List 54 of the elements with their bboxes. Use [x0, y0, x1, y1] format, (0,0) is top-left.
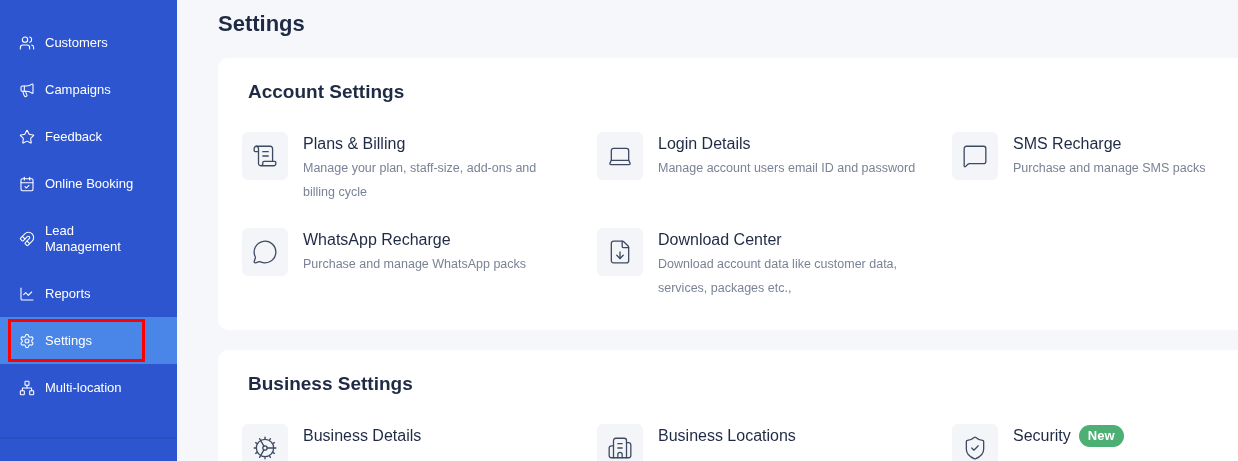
item-title: SMS Recharge: [1013, 134, 1122, 154]
option-link[interactable]: Security New: [952, 424, 1238, 461]
sidebar-item[interactable]: Campaigns: [0, 66, 177, 113]
option-link[interactable]: Business Locations: [597, 424, 952, 461]
sidebar-label: Customers: [45, 34, 109, 51]
sidebar-label: Settings: [45, 332, 93, 349]
sidebar-item[interactable]: Reports: [0, 270, 177, 317]
chat-bubble-icon: [252, 239, 278, 265]
item-title: Plans & Billing: [303, 134, 406, 154]
magnet-icon: [19, 230, 35, 247]
option-link[interactable]: Plans & Billing Manage your plan, staff-size, add-ons and billing cycle: [242, 132, 597, 204]
item-title: WhatsApp Recharge: [303, 230, 451, 250]
calendar-check-icon: [19, 175, 35, 192]
sidebar-label: Multi-location: [45, 379, 123, 396]
sidebar-item[interactable]: Customers: [0, 19, 177, 66]
settings-icon: [19, 332, 35, 349]
item-title: Business Locations: [658, 426, 796, 446]
sidebar-label: Online Booking: [45, 175, 135, 192]
item-description: Manage account users email ID and password: [658, 160, 917, 177]
users-icon: [19, 34, 35, 51]
sidebar-item[interactable]: Lead Management: [0, 207, 177, 270]
megaphone-icon: [19, 81, 35, 98]
gear-icon: [252, 435, 278, 461]
message-icon: [962, 143, 988, 169]
sidebar-label: Feedback: [45, 128, 104, 145]
sidebar-label: Lead Management: [45, 222, 122, 255]
item-description: Manage your plan, staff-size, add-ons and billing cycle: [303, 160, 538, 201]
sidebar-item[interactable]: Settings: [0, 317, 177, 364]
building-icon: [607, 435, 633, 461]
sidebar-item[interactable]: Online Booking: [0, 160, 177, 207]
item-title: Business Details: [303, 426, 422, 446]
item-description: Purchase and manage SMS packs: [1013, 160, 1207, 177]
network-icon: [19, 379, 35, 396]
chart-icon: [19, 285, 35, 302]
option-link[interactable]: Business Details: [242, 424, 597, 461]
scroll-icon: [252, 143, 278, 169]
new-badge: New: [1078, 425, 1124, 447]
section-title: Account Settings: [248, 80, 406, 104]
section-title: Business Settings: [248, 372, 414, 396]
sidebar-label: Reports: [45, 285, 92, 302]
sidebar-label: Campaigns: [45, 81, 112, 98]
option-link[interactable]: Login Details Manage account users email ID and password: [597, 132, 952, 204]
option-link[interactable]: WhatsApp Recharge Purchase and manage WhatsApp packs: [242, 228, 597, 300]
star-icon: [19, 128, 35, 145]
item-title: Login Details: [658, 134, 751, 154]
option-link[interactable]: SMS Recharge Purchase and manage SMS packs: [952, 132, 1238, 204]
item-description: Download account data like customer data, services, packages etc.,: [658, 256, 899, 297]
item-description: Purchase and manage WhatsApp packs: [303, 256, 528, 273]
item-title: Download Center: [658, 230, 782, 250]
sidebar-item[interactable]: Feedback: [0, 113, 177, 160]
sidebar-item[interactable]: Multi-location: [0, 364, 177, 411]
page-title: Settings: [218, 10, 306, 38]
option-link[interactable]: Download Center Download account data like customer data, services, packages etc.,: [597, 228, 952, 300]
item-title: Security: [1013, 426, 1071, 446]
